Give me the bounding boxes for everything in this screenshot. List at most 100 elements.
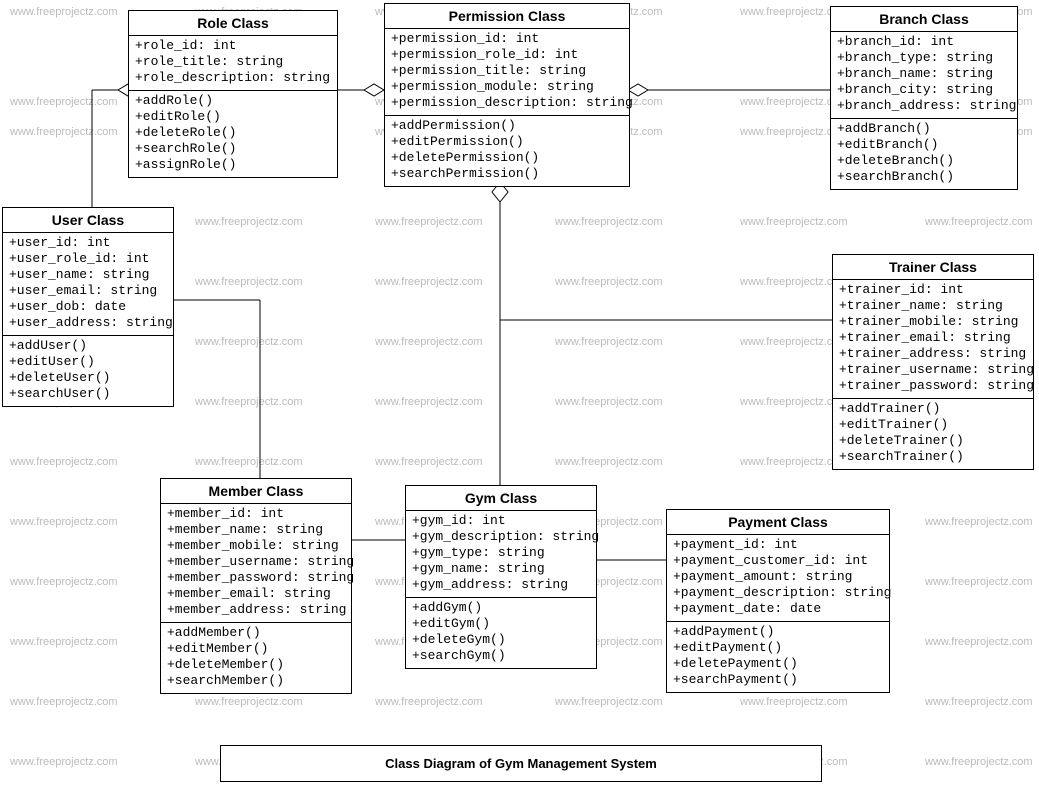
class-row: +editRole() bbox=[135, 109, 331, 125]
class-row: +editMember() bbox=[167, 641, 345, 657]
class-row: +editPermission() bbox=[391, 134, 623, 150]
class-row: +trainer_username: string bbox=[839, 362, 1027, 378]
class-row: +permission_description: string bbox=[391, 95, 623, 111]
class-attrs: +trainer_id: int+trainer_name: string+tr… bbox=[833, 280, 1033, 399]
class-row: +editBranch() bbox=[837, 137, 1011, 153]
class-row: +user_role_id: int bbox=[9, 251, 167, 267]
class-row: +member_email: string bbox=[167, 586, 345, 602]
class-payment: Payment Class +payment_id: int+payment_c… bbox=[666, 509, 890, 693]
class-row: +branch_city: string bbox=[837, 82, 1011, 98]
class-row: +searchGym() bbox=[412, 648, 590, 664]
class-title: Gym Class bbox=[406, 486, 596, 511]
class-row: +user_id: int bbox=[9, 235, 167, 251]
class-row: +deleteRole() bbox=[135, 125, 331, 141]
class-row: +addUser() bbox=[9, 338, 167, 354]
class-row: +user_name: string bbox=[9, 267, 167, 283]
class-row: +gym_address: string bbox=[412, 577, 590, 593]
class-row: +user_dob: date bbox=[9, 299, 167, 315]
caption-text: Class Diagram of Gym Management System bbox=[385, 756, 657, 771]
class-row: +permission_role_id: int bbox=[391, 47, 623, 63]
class-row: +deleteUser() bbox=[9, 370, 167, 386]
class-row: +user_email: string bbox=[9, 283, 167, 299]
class-row: +trainer_mobile: string bbox=[839, 314, 1027, 330]
class-row: +gym_type: string bbox=[412, 545, 590, 561]
class-row: +member_password: string bbox=[167, 570, 345, 586]
class-row: +addMember() bbox=[167, 625, 345, 641]
class-attrs: +role_id: int+role_title: string+role_de… bbox=[129, 36, 337, 91]
class-row: +member_mobile: string bbox=[167, 538, 345, 554]
class-attrs: +payment_id: int+payment_customer_id: in… bbox=[667, 535, 889, 622]
class-row: +role_description: string bbox=[135, 70, 331, 86]
class-methods: +addMember()+editMember()+deleteMember()… bbox=[161, 623, 351, 693]
class-row: +searchTrainer() bbox=[839, 449, 1027, 465]
class-row: +payment_date: date bbox=[673, 601, 883, 617]
class-row: +gym_id: int bbox=[412, 513, 590, 529]
class-row: +deletePermission() bbox=[391, 150, 623, 166]
class-row: +addTrainer() bbox=[839, 401, 1027, 417]
class-row: +permission_module: string bbox=[391, 79, 623, 95]
class-methods: +addUser()+editUser()+deleteUser()+searc… bbox=[3, 336, 173, 406]
class-row: +permission_title: string bbox=[391, 63, 623, 79]
class-row: +payment_customer_id: int bbox=[673, 553, 883, 569]
diagram-caption: Class Diagram of Gym Management System bbox=[220, 745, 822, 782]
class-row: +editPayment() bbox=[673, 640, 883, 656]
class-row: +editGym() bbox=[412, 616, 590, 632]
class-row: +editUser() bbox=[9, 354, 167, 370]
class-row: +addGym() bbox=[412, 600, 590, 616]
class-row: +deleteTrainer() bbox=[839, 433, 1027, 449]
class-row: +role_id: int bbox=[135, 38, 331, 54]
class-row: +trainer_email: string bbox=[839, 330, 1027, 346]
class-row: +member_name: string bbox=[167, 522, 345, 538]
class-row: +user_address: string bbox=[9, 315, 167, 331]
class-title: Payment Class bbox=[667, 510, 889, 535]
class-methods: +addTrainer()+editTrainer()+deleteTraine… bbox=[833, 399, 1033, 469]
class-user: User Class +user_id: int+user_role_id: i… bbox=[2, 207, 174, 407]
class-row: +branch_type: string bbox=[837, 50, 1011, 66]
class-row: +searchPayment() bbox=[673, 672, 883, 688]
class-role: Role Class +role_id: int+role_title: str… bbox=[128, 10, 338, 178]
class-attrs: +gym_id: int+gym_description: string+gym… bbox=[406, 511, 596, 598]
class-row: +deleteMember() bbox=[167, 657, 345, 673]
class-row: +payment_amount: string bbox=[673, 569, 883, 585]
class-row: +member_address: string bbox=[167, 602, 345, 618]
class-title: Branch Class bbox=[831, 7, 1017, 32]
class-row: +permission_id: int bbox=[391, 31, 623, 47]
class-row: +role_title: string bbox=[135, 54, 331, 70]
class-methods: +addPermission()+editPermission()+delete… bbox=[385, 116, 629, 186]
class-attrs: +permission_id: int+permission_role_id: … bbox=[385, 29, 629, 116]
class-row: +trainer_id: int bbox=[839, 282, 1027, 298]
class-attrs: +branch_id: int+branch_type: string+bran… bbox=[831, 32, 1017, 119]
class-row: +branch_address: string bbox=[837, 98, 1011, 114]
class-row: +searchPermission() bbox=[391, 166, 623, 182]
class-attrs: +user_id: int+user_role_id: int+user_nam… bbox=[3, 233, 173, 336]
class-row: +trainer_password: string bbox=[839, 378, 1027, 394]
class-row: +gym_description: string bbox=[412, 529, 590, 545]
class-gym: Gym Class +gym_id: int+gym_description: … bbox=[405, 485, 597, 669]
class-trainer: Trainer Class +trainer_id: int+trainer_n… bbox=[832, 254, 1034, 470]
class-member: Member Class +member_id: int+member_name… bbox=[160, 478, 352, 694]
class-row: +addPermission() bbox=[391, 118, 623, 134]
class-row: +trainer_address: string bbox=[839, 346, 1027, 362]
class-methods: +addGym()+editGym()+deleteGym()+searchGy… bbox=[406, 598, 596, 668]
class-methods: +addPayment()+editPayment()+deletePaymen… bbox=[667, 622, 889, 692]
class-methods: +addRole()+editRole()+deleteRole()+searc… bbox=[129, 91, 337, 177]
class-title: Member Class bbox=[161, 479, 351, 504]
class-title: Permission Class bbox=[385, 4, 629, 29]
class-methods: +addBranch()+editBranch()+deleteBranch()… bbox=[831, 119, 1017, 189]
diagram-canvas: www.freeprojectz.comwww.freeprojectz.com… bbox=[0, 0, 1039, 792]
class-row: +searchRole() bbox=[135, 141, 331, 157]
class-row: +member_username: string bbox=[167, 554, 345, 570]
class-row: +addBranch() bbox=[837, 121, 1011, 137]
class-attrs: +member_id: int+member_name: string+memb… bbox=[161, 504, 351, 623]
class-row: +branch_name: string bbox=[837, 66, 1011, 82]
class-row: +addRole() bbox=[135, 93, 331, 109]
class-row: +searchMember() bbox=[167, 673, 345, 689]
class-row: +addPayment() bbox=[673, 624, 883, 640]
class-title: Trainer Class bbox=[833, 255, 1033, 280]
class-row: +searchBranch() bbox=[837, 169, 1011, 185]
class-row: +member_id: int bbox=[167, 506, 345, 522]
class-row: +deleteBranch() bbox=[837, 153, 1011, 169]
class-row: +editTrainer() bbox=[839, 417, 1027, 433]
class-row: +trainer_name: string bbox=[839, 298, 1027, 314]
class-permission: Permission Class +permission_id: int+per… bbox=[384, 3, 630, 187]
